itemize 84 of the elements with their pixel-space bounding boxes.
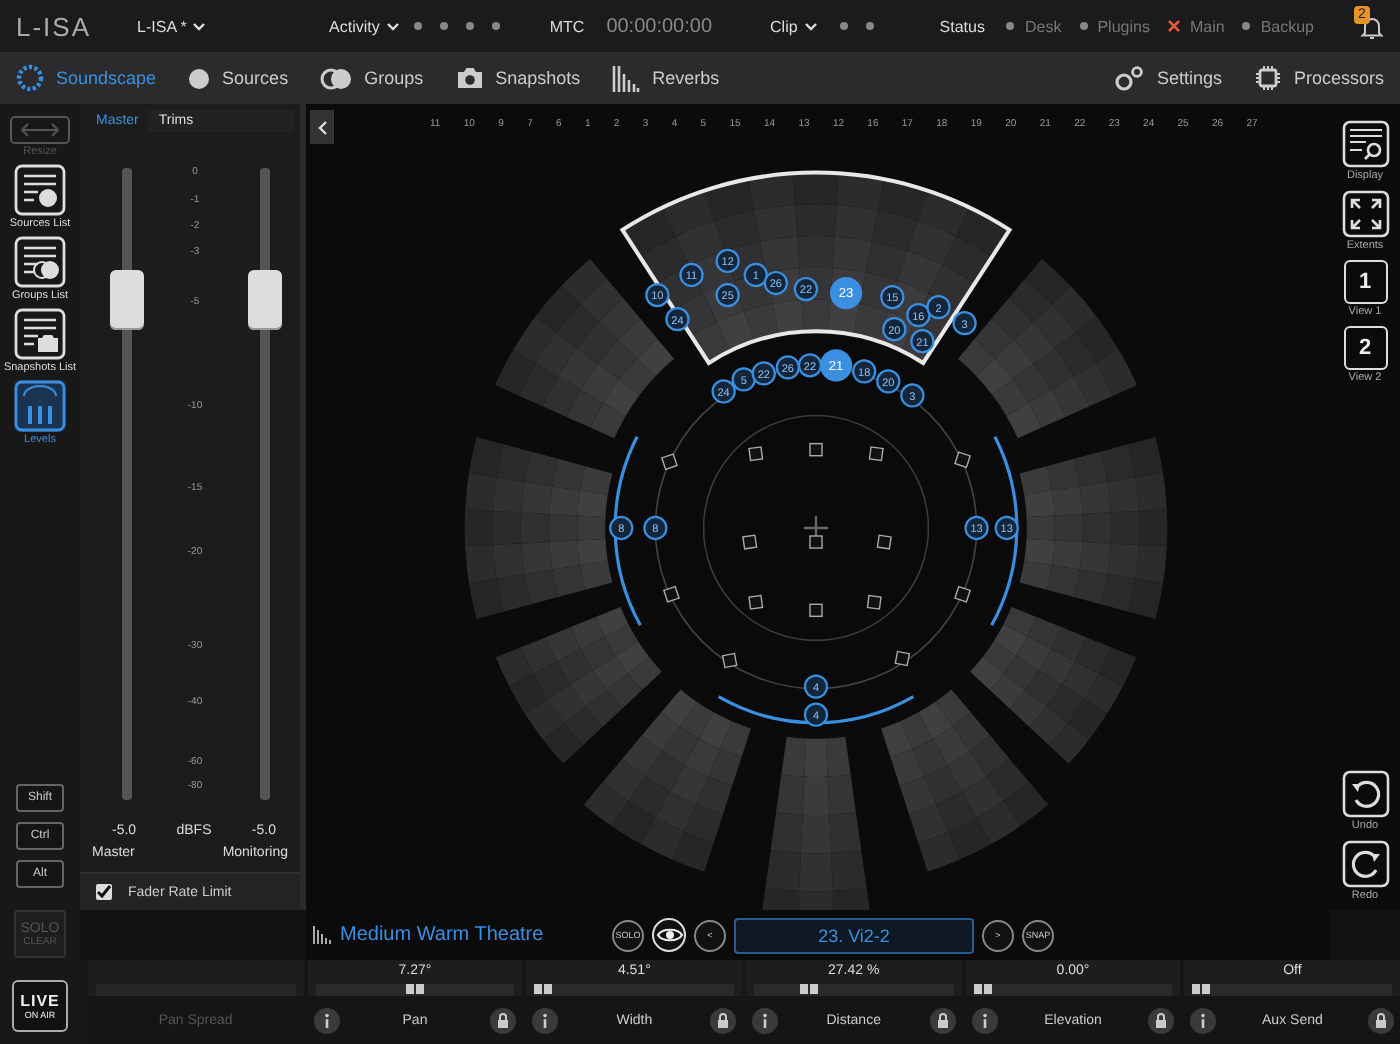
nav-button[interactable]: Processors — [1253, 64, 1384, 92]
slider-handle[interactable] — [534, 984, 553, 994]
nav-tab[interactable]: Sources — [188, 67, 289, 89]
fader-handle[interactable] — [109, 270, 143, 331]
status-text: Main — [1189, 17, 1225, 35]
info-icon[interactable] — [752, 1007, 779, 1033]
speaker-marker — [748, 446, 764, 462]
bars-icon — [312, 926, 332, 944]
nav-tab[interactable]: Groups — [320, 67, 424, 89]
visibility-button[interactable] — [652, 918, 686, 952]
slider-handle[interactable] — [973, 984, 992, 994]
speaker-marker — [660, 453, 678, 471]
parameter-slider[interactable] — [315, 984, 515, 996]
speaker-marker — [748, 594, 764, 610]
room-name: Medium Warm Theatre — [340, 924, 544, 946]
levels-icon — [14, 380, 66, 432]
speaker-marker — [876, 534, 892, 550]
caret-icon — [803, 21, 818, 31]
parameter-slider[interactable] — [534, 984, 735, 996]
info-icon[interactable] — [971, 1007, 998, 1033]
info-icon[interactable] — [1190, 1007, 1217, 1033]
speaker-marker — [866, 594, 882, 610]
list-icon — [14, 164, 66, 216]
slider-handle[interactable] — [1192, 984, 1211, 994]
nav-tab[interactable]: Snapshots — [455, 66, 581, 90]
parameter-slider[interactable] — [1192, 984, 1393, 996]
lock-icon[interactable] — [1148, 1007, 1175, 1033]
caret-icon — [192, 21, 207, 31]
clip-menu[interactable]: Clip — [770, 17, 818, 35]
nav-tab[interactable]: Reverbs — [612, 65, 720, 91]
mtc-label: MTC — [549, 17, 585, 35]
view-icon: 2 — [1343, 326, 1387, 370]
speaker-marker — [662, 585, 680, 603]
nav-tab[interactable]: Soundscape — [16, 64, 157, 92]
collapse-button[interactable] — [310, 110, 334, 144]
list-icon — [14, 308, 66, 360]
lock-icon[interactable] — [710, 1007, 737, 1033]
lock-icon[interactable] — [490, 1007, 517, 1033]
speaker-marker — [809, 535, 823, 549]
speaker-marker — [809, 442, 823, 457]
speaker-marker — [742, 534, 758, 550]
eye-icon — [655, 926, 683, 944]
speaker-marker — [954, 585, 972, 603]
speaker-marker — [721, 652, 738, 669]
status-label: Status — [939, 17, 985, 35]
status-text: Desk — [1024, 17, 1062, 35]
lock-icon[interactable] — [929, 1007, 956, 1033]
slider-handle[interactable] — [799, 984, 818, 994]
list-search-icon — [1341, 120, 1389, 168]
list-icon — [14, 236, 66, 288]
status-text: Plugins — [1097, 17, 1150, 35]
view-icon: 1 — [1343, 260, 1387, 304]
project-menu[interactable]: L-ISA * — [137, 17, 207, 35]
selected-source-field[interactable]: 23. Vi2-2 — [734, 917, 974, 953]
activity-menu[interactable]: Activity — [329, 17, 400, 35]
fader-handle[interactable] — [247, 270, 281, 331]
undo-icon — [1341, 770, 1389, 818]
mtc-time: 00:00:00:00 — [606, 15, 713, 37]
parameter-slider[interactable] — [754, 984, 954, 996]
checkbox[interactable] — [96, 884, 112, 900]
soundscape-icon — [16, 64, 44, 92]
circle-icon — [188, 67, 211, 89]
info-icon[interactable] — [313, 1007, 340, 1033]
status-text: Backup — [1260, 17, 1314, 35]
caret-icon — [385, 21, 400, 31]
redo-icon — [1341, 840, 1389, 888]
speaker-marker — [868, 446, 884, 462]
slider-handle[interactable] — [406, 984, 424, 994]
camera-icon — [455, 66, 484, 90]
app-logo: L-ISA — [16, 11, 92, 41]
expand-icon — [1341, 190, 1389, 238]
settings-icon — [1114, 65, 1145, 91]
chip-icon — [1253, 64, 1282, 92]
info-icon[interactable] — [532, 1007, 559, 1033]
chevron-left-icon — [317, 119, 327, 135]
speaker-marker — [894, 650, 911, 667]
nav-button[interactable]: Settings — [1114, 65, 1222, 91]
speaker-marker — [809, 603, 823, 618]
resize-icon — [10, 116, 70, 144]
parameter-slider[interactable] — [973, 984, 1173, 996]
speaker-marker — [954, 451, 972, 469]
bars-icon — [612, 65, 641, 91]
lock-icon[interactable] — [1368, 1007, 1395, 1033]
circles-icon — [320, 67, 353, 89]
